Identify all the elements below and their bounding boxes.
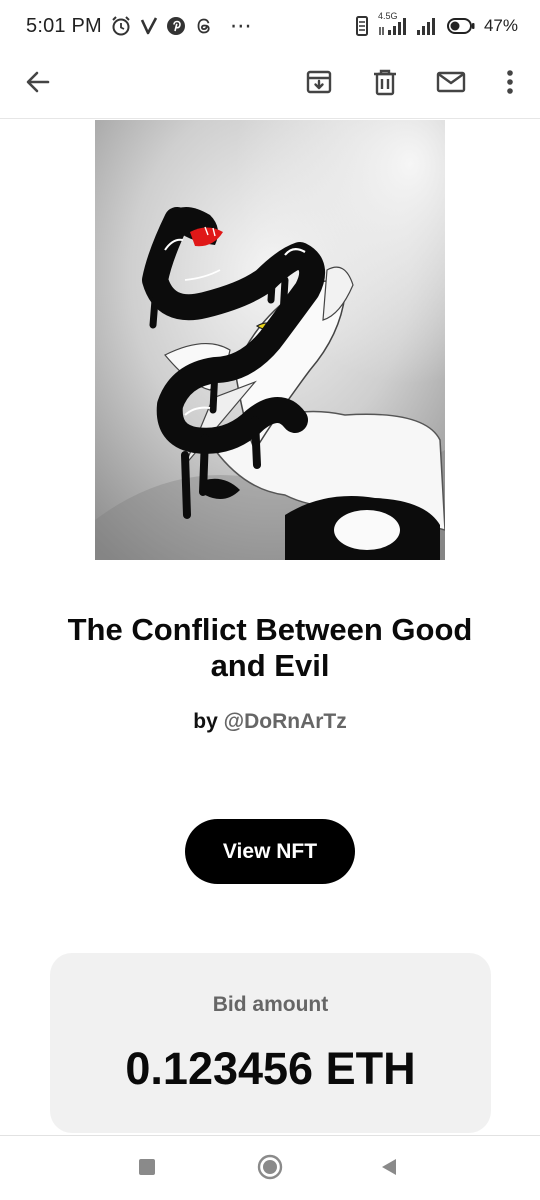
threads-icon	[194, 15, 214, 37]
archive-icon	[305, 68, 333, 101]
status-left: 5:01 PM ⋯	[26, 13, 252, 38]
archive-button[interactable]	[295, 60, 343, 108]
delete-button[interactable]	[361, 60, 409, 108]
mail-button[interactable]	[427, 60, 475, 108]
alarm-icon	[110, 15, 132, 37]
more-notifications-icon: ⋯	[229, 13, 252, 38]
nft-artwork-image	[95, 120, 445, 560]
back-triangle-icon	[379, 1157, 399, 1182]
signal-icon: 4.5G	[378, 11, 408, 37]
battery-percent: 47%	[483, 16, 518, 35]
toolbar-divider	[0, 118, 540, 119]
status-right: 4.5G 47%	[354, 11, 518, 37]
bid-amount-label: Bid amount	[212, 993, 329, 1016]
app-toolbar	[0, 52, 540, 116]
by-label: by	[193, 710, 218, 733]
system-back-button[interactable]	[372, 1152, 406, 1186]
mail-icon	[436, 70, 466, 99]
back-button[interactable]	[14, 60, 62, 108]
signal-icon-2	[416, 15, 438, 37]
v-app-icon	[140, 15, 158, 37]
system-nav-bar	[0, 1135, 540, 1200]
bid-amount-value: 0.123456 ETH	[125, 1043, 416, 1094]
back-arrow-icon	[24, 68, 52, 101]
more-vert-icon	[506, 69, 514, 100]
pinterest-icon	[166, 15, 186, 37]
view-nft-button[interactable]: View NFT	[185, 819, 355, 884]
byline: by @DoRnArTz	[40, 710, 500, 734]
recents-button[interactable]	[130, 1152, 164, 1186]
recents-square-icon	[138, 1158, 156, 1181]
battery-icon	[446, 15, 476, 37]
status-time: 5:01 PM	[26, 14, 102, 37]
home-button[interactable]	[253, 1152, 287, 1186]
home-circle-icon	[256, 1153, 284, 1186]
delete-icon	[372, 68, 398, 101]
creator-handle-link[interactable]: @DoRnArTz	[224, 710, 347, 733]
status-bar: 5:01 PM ⋯ 4.5G 47%	[0, 0, 540, 52]
network-label: 4.5G	[377, 11, 398, 21]
nft-title: The Conflict Between Good and Evil	[67, 612, 473, 683]
more-options-button[interactable]	[486, 60, 534, 108]
bid-card: Bid amount 0.123456 ETH	[50, 953, 491, 1133]
vibrate-icon	[354, 15, 370, 37]
